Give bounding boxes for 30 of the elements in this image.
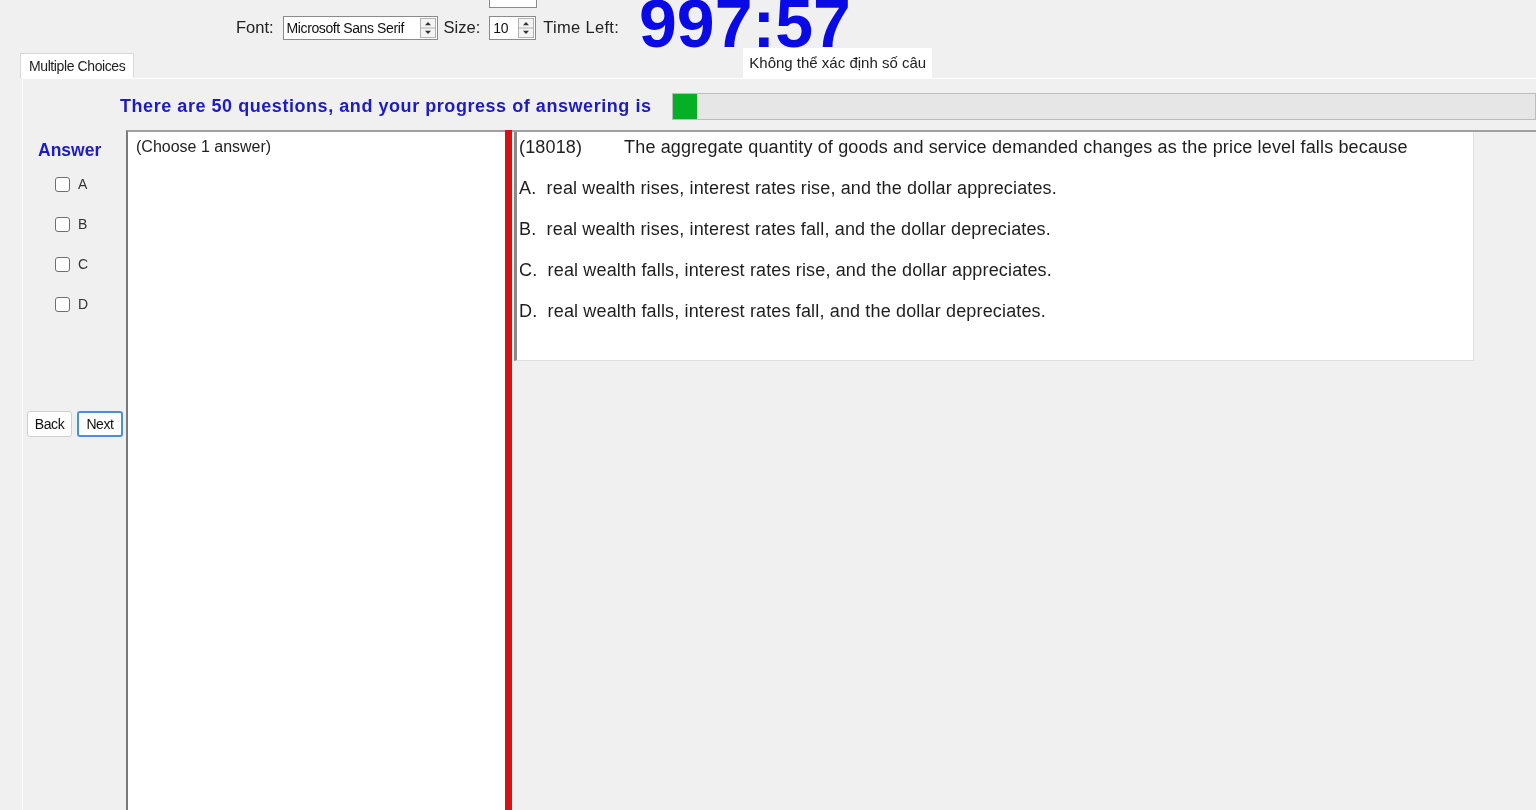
status-label: Không thể xác định số câu — [743, 48, 933, 78]
checkbox[interactable] — [55, 296, 70, 312]
answer-heading: Answer — [38, 140, 102, 160]
size-label: Size: — [443, 18, 481, 36]
checkbox[interactable] — [55, 176, 70, 192]
checkbox[interactable] — [55, 216, 70, 232]
choice-text: D. real wealth falls, interest rates fall, and the dollar depreciates. — [519, 300, 1046, 322]
question-text: The aggregate quantity of goods and service demanded changes as the price level falls because — [624, 136, 1408, 158]
font-label: Font: — [236, 18, 274, 36]
option-label[interactable]: A — [78, 176, 88, 192]
checkbox[interactable] — [55, 256, 70, 272]
size-field[interactable]: 10 — [489, 16, 537, 40]
option-label[interactable]: B — [78, 216, 88, 232]
progress-text: There are 50 questions, and your progress of answering is — [120, 96, 652, 117]
choice-text: A. real wealth rises, interest rates rise, and the dollar appreciates. — [519, 177, 1057, 199]
question-number: (18018) — [519, 136, 583, 158]
option-label[interactable]: D — [78, 296, 89, 312]
tab[interactable]: Multiple Choices — [20, 53, 135, 78]
spin-field[interactable] — [489, 0, 538, 8]
font-field[interactable]: Microsoft Sans Serif — [282, 16, 438, 40]
choice-text: B. real wealth rises, interest rates fall, and the dollar depreciates. — [519, 218, 1051, 240]
spinner-icon[interactable] — [518, 18, 535, 38]
nav-button[interactable]: Back — [27, 411, 72, 437]
spinner-icon[interactable] — [419, 18, 436, 38]
time-left-label: Time Left: — [543, 18, 620, 36]
answer-hint: (Choose 1 answer) — [136, 138, 272, 155]
option-label[interactable]: C — [78, 256, 89, 272]
choice-text: C. real wealth falls, interest rates rise, and the dollar appreciates. — [519, 259, 1052, 281]
countdown-timer: 997:57 — [639, 0, 851, 47]
nav-button[interactable]: Next — [77, 411, 123, 437]
